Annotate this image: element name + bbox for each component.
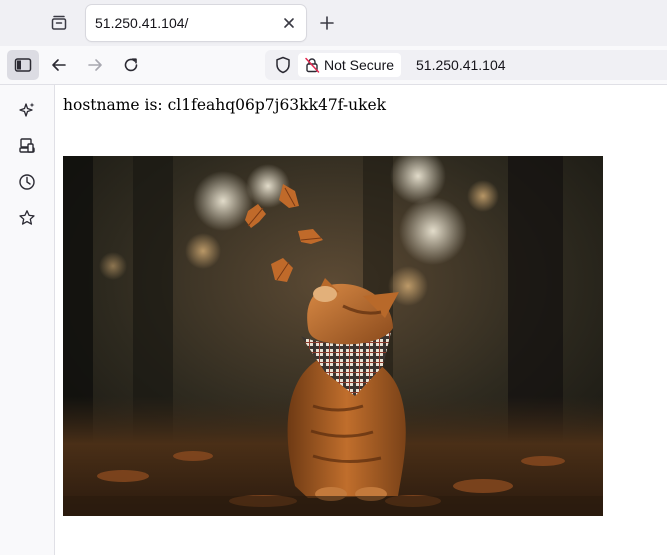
bookmark-star-icon xyxy=(19,210,35,225)
new-tab-button[interactable] xyxy=(316,12,338,34)
ai-sparkle-icon xyxy=(19,102,35,117)
insecure-lock-icon xyxy=(305,57,320,73)
shield-icon xyxy=(276,56,290,74)
reload-button[interactable] xyxy=(119,53,143,77)
sidebar-toggle-button[interactable] xyxy=(7,50,39,80)
tab-close-button[interactable] xyxy=(280,14,298,32)
sidebar-history-button[interactable] xyxy=(16,171,38,193)
tab-list-icon xyxy=(51,15,67,30)
history-clock-icon xyxy=(19,174,35,190)
navigation-toolbar: Not Secure 51.250.41.104 xyxy=(0,46,667,85)
tab-list-button[interactable] xyxy=(46,11,72,35)
forward-arrow-icon xyxy=(88,59,102,71)
tab-strip: 51.250.41.104/ xyxy=(0,0,667,46)
tracking-protection-button[interactable] xyxy=(274,56,292,74)
sidebar-synced-tabs-button[interactable] xyxy=(16,135,38,157)
plus-icon xyxy=(320,16,334,30)
tab-active[interactable]: 51.250.41.104/ xyxy=(86,5,306,41)
security-label: Not Secure xyxy=(324,57,395,73)
site-security-indicator[interactable]: Not Secure xyxy=(298,53,402,77)
address-bar[interactable]: Not Secure 51.250.41.104 xyxy=(265,50,667,80)
tab-title: 51.250.41.104/ xyxy=(95,15,189,31)
url-text[interactable]: 51.250.41.104 xyxy=(416,57,506,73)
sidebar xyxy=(0,85,55,555)
page-content: hostname is: cl1feahq06p7j63kk47f-ukek xyxy=(55,85,667,555)
sidebar-bookmarks-button[interactable] xyxy=(16,207,38,229)
back-arrow-icon xyxy=(52,59,66,71)
sidebar-icon xyxy=(14,58,32,72)
close-icon xyxy=(284,18,294,28)
forward-button[interactable] xyxy=(83,53,107,77)
back-button[interactable] xyxy=(47,53,71,77)
cat-photo xyxy=(63,156,603,516)
reload-icon xyxy=(124,58,138,72)
synced-tabs-icon xyxy=(19,138,35,153)
sidebar-ai-chatbot-button[interactable] xyxy=(16,99,38,121)
hostname-text: hostname is: cl1feahq06p7j63kk47f-ukek xyxy=(63,96,387,114)
